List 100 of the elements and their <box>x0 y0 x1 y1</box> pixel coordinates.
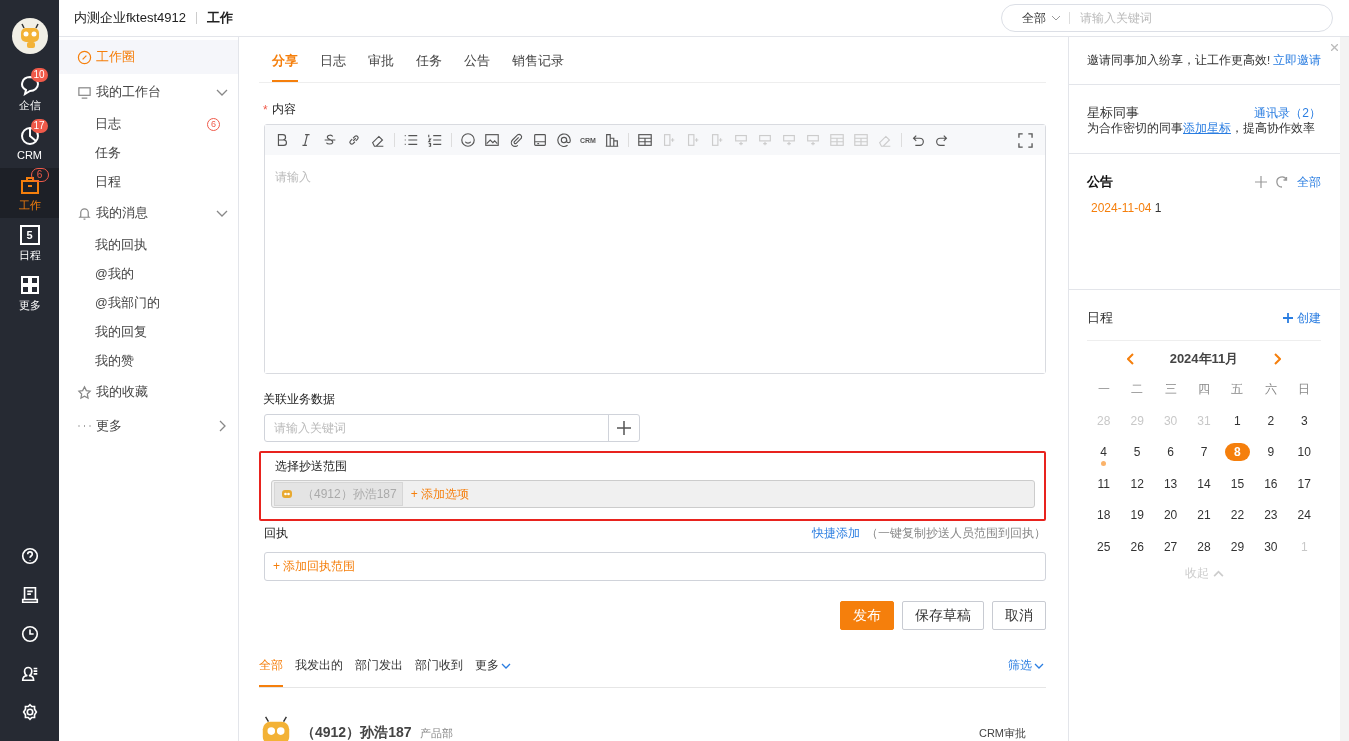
calendar-day[interactable]: 6 <box>1158 443 1183 462</box>
keyword-input[interactable]: 请输入关键词 <box>272 420 608 436</box>
filter-tab[interactable]: 部门收到 <box>415 658 463 687</box>
table-icon[interactable] <box>636 132 653 148</box>
calendar-day[interactable]: 3 <box>1291 411 1317 430</box>
create-link[interactable]: 创建 <box>1283 309 1321 327</box>
calendar-day[interactable]: 27 <box>1154 537 1187 556</box>
action-button[interactable]: 取消 <box>992 601 1046 630</box>
author-name[interactable]: （4912）孙浩187 <box>301 724 412 741</box>
calendar-day[interactable]: 21 <box>1188 506 1220 525</box>
calendar-day[interactable]: 25 <box>1088 537 1120 556</box>
ol-icon[interactable] <box>427 132 443 148</box>
clip-icon[interactable] <box>508 132 524 148</box>
action-button[interactable]: 保存草稿 <box>902 601 984 630</box>
calendar-day[interactable]: 16 <box>1255 474 1287 493</box>
count-badge: 17 <box>30 119 48 133</box>
rail-nav-item[interactable]: 6 工作 <box>0 168 59 218</box>
sidebar-subitem[interactable]: @我的 <box>59 260 238 289</box>
keyword-field[interactable]: 请输入关键词 <box>264 414 640 442</box>
sidebar-subitem[interactable]: 任务 <box>59 139 238 168</box>
tab[interactable]: 日志 <box>320 52 346 82</box>
chart-icon[interactable] <box>603 132 620 148</box>
calendar-day[interactable]: 30 <box>1255 537 1287 556</box>
calendar-day[interactable]: 19 <box>1121 506 1153 525</box>
sidebar-subitem[interactable]: @我部门的 <box>59 289 238 318</box>
calendar-day[interactable]: 29 <box>1221 537 1254 556</box>
plus-icon <box>617 421 631 435</box>
calendar-day[interactable]: 22 <box>1221 506 1254 525</box>
calendar-day[interactable]: 14 <box>1188 474 1220 493</box>
tab[interactable]: 销售记录 <box>512 52 564 82</box>
calendar-day[interactable]: 20 <box>1154 506 1187 525</box>
field-label: 选择抄送范围 <box>275 458 348 475</box>
calendar-day[interactable]: 17 <box>1288 474 1320 493</box>
calendar-day[interactable]: 24 <box>1288 506 1320 525</box>
calendar-day[interactable]: 2 <box>1258 411 1284 430</box>
calendar-day[interactable]: 18 <box>1088 506 1120 525</box>
calendar-day[interactable]: 12 <box>1121 474 1153 493</box>
calendar-day[interactable]: 15 <box>1221 474 1254 493</box>
strike-icon[interactable] <box>322 132 338 148</box>
sidebar-item[interactable]: 我的工作台 <box>59 76 238 108</box>
calendar-day[interactable]: 9 <box>1258 443 1284 462</box>
image-icon[interactable] <box>484 132 500 148</box>
tray-icon[interactable] <box>532 132 548 148</box>
sidebar-subitem[interactable]: 日程 <box>59 168 238 197</box>
sidebar-item[interactable]: 更多 <box>59 410 238 442</box>
notice-item[interactable]: 2024-11-04 1 <box>1087 201 1321 215</box>
sidebar-item[interactable]: 我的消息 <box>59 197 238 229</box>
calendar-day[interactable]: 5 <box>1124 443 1150 462</box>
filter-tab[interactable]: 更多 <box>475 658 511 687</box>
calendar-day[interactable]: 4 <box>1091 443 1117 462</box>
tab[interactable]: 公告 <box>464 52 490 82</box>
all-notices-link[interactable]: 全部 <box>1297 173 1321 191</box>
rail-nav-item[interactable]: 17 CRM <box>0 118 59 168</box>
rail-nav-item[interactable]: 5 日程 <box>0 218 59 268</box>
calendar-day[interactable]: 1 <box>1225 411 1250 430</box>
sidebar-subitem[interactable]: 我的回复 <box>59 318 238 347</box>
sidebar-subitem[interactable]: 我的回执 <box>59 231 238 260</box>
department-label: 产品部 <box>419 725 453 741</box>
previous-month-icon[interactable] <box>1126 353 1135 365</box>
laptop-icon[interactable] <box>19 585 40 605</box>
sidebar-item[interactable]: 我的收藏 <box>59 376 238 408</box>
next-month-icon[interactable] <box>1273 353 1282 365</box>
rail-nav-item[interactable]: 10 企信 <box>0 68 59 118</box>
filter-tab[interactable]: 我发出的 <box>295 658 343 687</box>
quick-add-link[interactable]: 快捷添加 <box>812 525 860 542</box>
calendar-icon: 5 <box>19 224 40 245</box>
refresh-icon[interactable] <box>1276 176 1288 188</box>
clock-icon[interactable] <box>19 624 40 644</box>
redo-icon[interactable] <box>933 132 950 148</box>
add-star-link[interactable]: 添加星标 <box>1183 122 1231 134</box>
calendar-day[interactable]: 26 <box>1121 537 1153 556</box>
filter-tab[interactable]: 部门发出 <box>355 658 403 687</box>
calendar-day[interactable]: 13 <box>1154 474 1187 493</box>
panel-title: 星标同事 <box>1087 104 1139 122</box>
link-icon[interactable] <box>346 132 362 148</box>
tab[interactable]: 审批 <box>368 52 394 82</box>
mascot-icon <box>280 487 294 501</box>
help-icon[interactable] <box>19 546 40 566</box>
rail-nav-item[interactable]: 更多 <box>0 268 59 318</box>
filter-button[interactable]: 筛选 <box>1008 658 1044 687</box>
invite-link[interactable]: 立即邀请 <box>1273 52 1321 69</box>
contacts-link[interactable]: 通讯录（2） <box>1254 104 1321 122</box>
calendar-day[interactable]: 7 <box>1191 443 1217 462</box>
calendar-day[interactable]: 11 <box>1088 474 1119 493</box>
grid-icon <box>18 273 41 296</box>
calendar-day[interactable]: 23 <box>1255 506 1287 525</box>
fullscreen-icon[interactable] <box>1018 132 1033 148</box>
ul-icon[interactable] <box>403 132 419 148</box>
calendar-day[interactable]: 10 <box>1288 443 1320 462</box>
at-icon[interactable] <box>556 132 572 148</box>
sidebar-subitem[interactable]: 日志 6 <box>59 110 238 139</box>
calendar-day[interactable]: 28 <box>1188 537 1220 556</box>
smile-icon[interactable] <box>460 132 476 148</box>
sidebar-subitem[interactable]: 我的赞 <box>59 347 238 376</box>
hint-text: （一键复制抄送人员范围到回执） <box>866 525 1046 542</box>
tab[interactable]: 任务 <box>416 52 442 82</box>
monitor-icon <box>77 84 92 100</box>
search-input[interactable]: 请输入关键词 <box>1078 10 1332 26</box>
scope-dropdown[interactable]: 全部 <box>1022 9 1061 27</box>
weekday-label: 三 <box>1163 381 1178 398</box>
